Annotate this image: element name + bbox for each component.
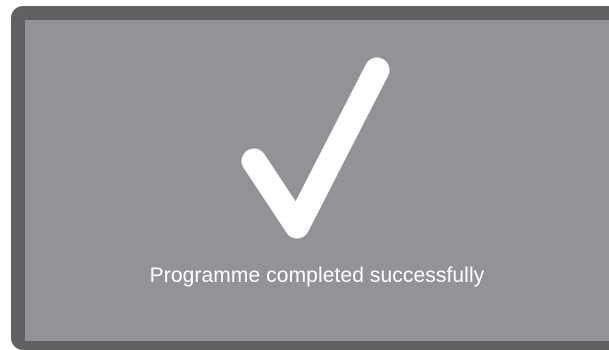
display-screen: Programme completed successfully (25, 20, 609, 341)
display-bezel: Programme completed successfully (11, 6, 609, 350)
status-message: Programme completed successfully (149, 264, 485, 287)
checkmark-icon (241, 57, 390, 239)
